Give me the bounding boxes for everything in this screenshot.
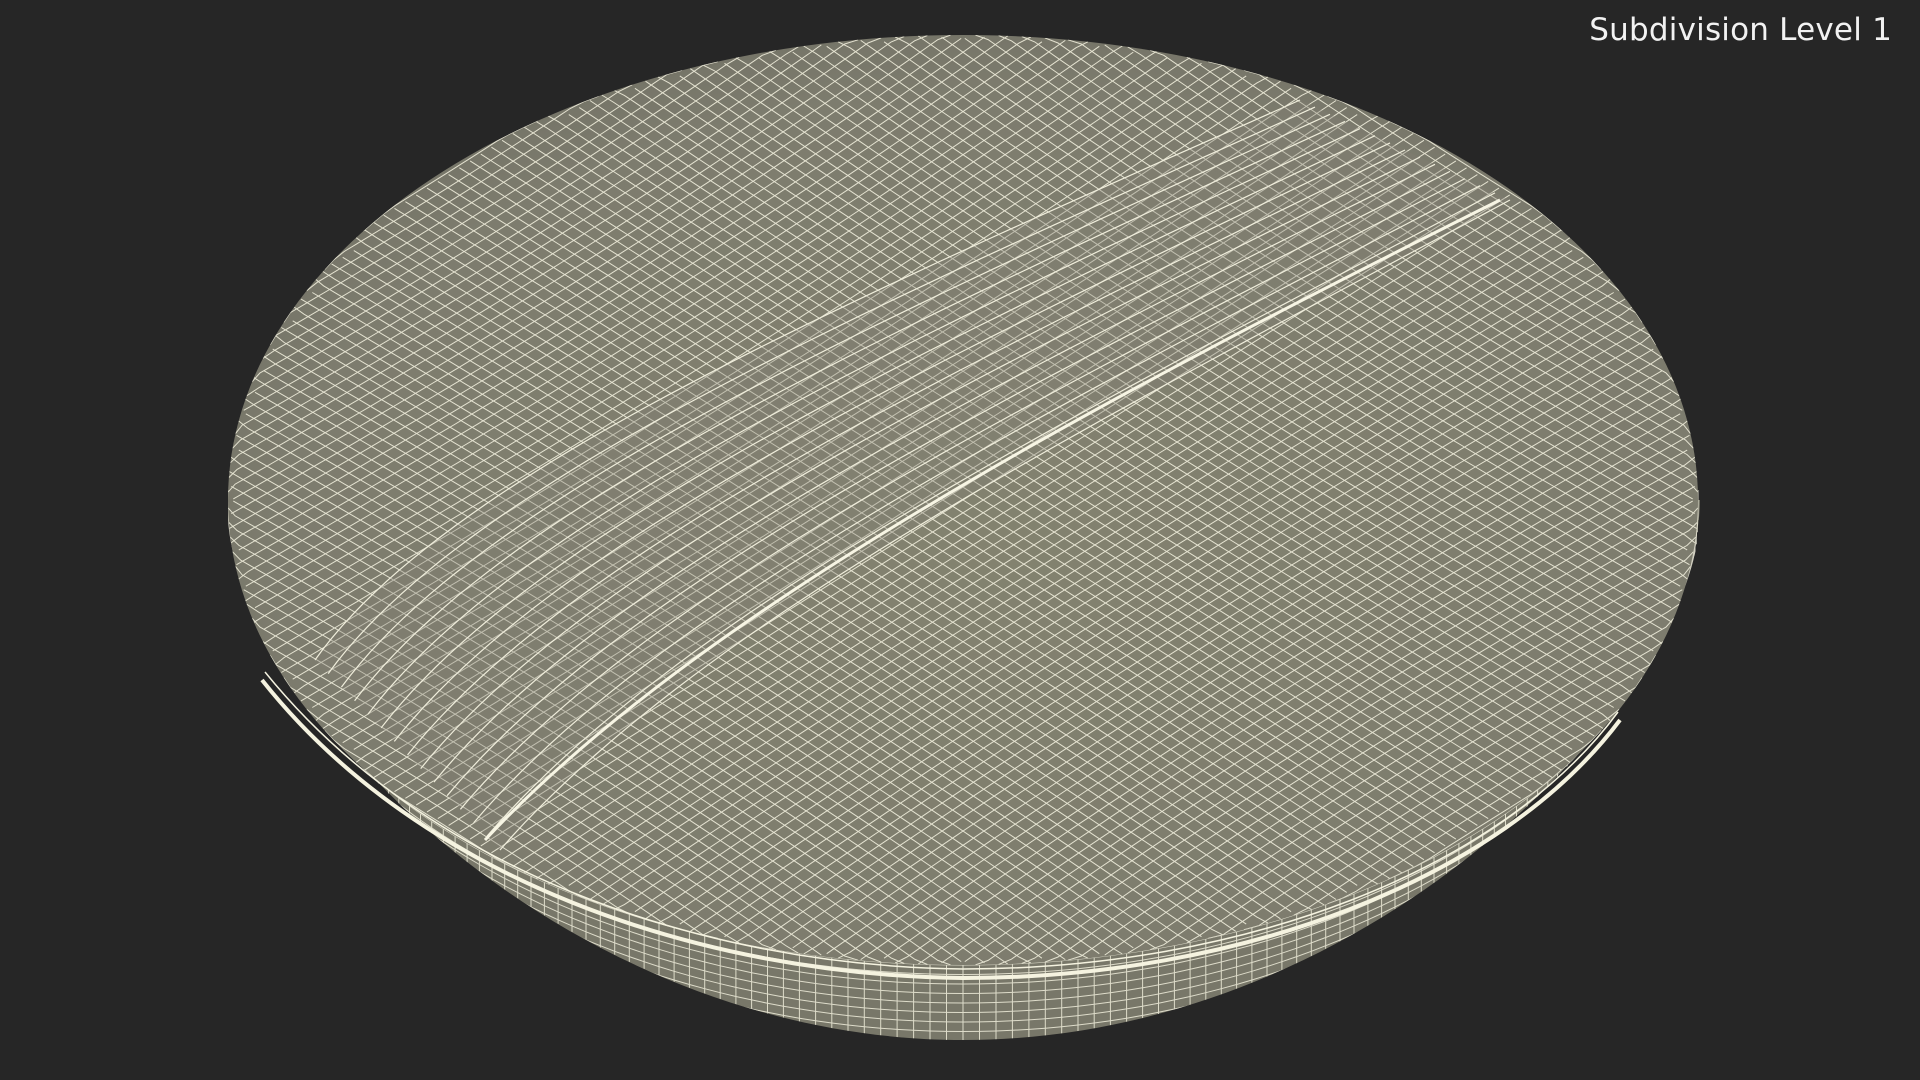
subdivision-level-label: Subdivision Level 1 [1589, 12, 1892, 48]
wireframe-render [228, 35, 1700, 1040]
3d-viewport[interactable]: Subdivision Level 1 [0, 0, 1920, 1080]
